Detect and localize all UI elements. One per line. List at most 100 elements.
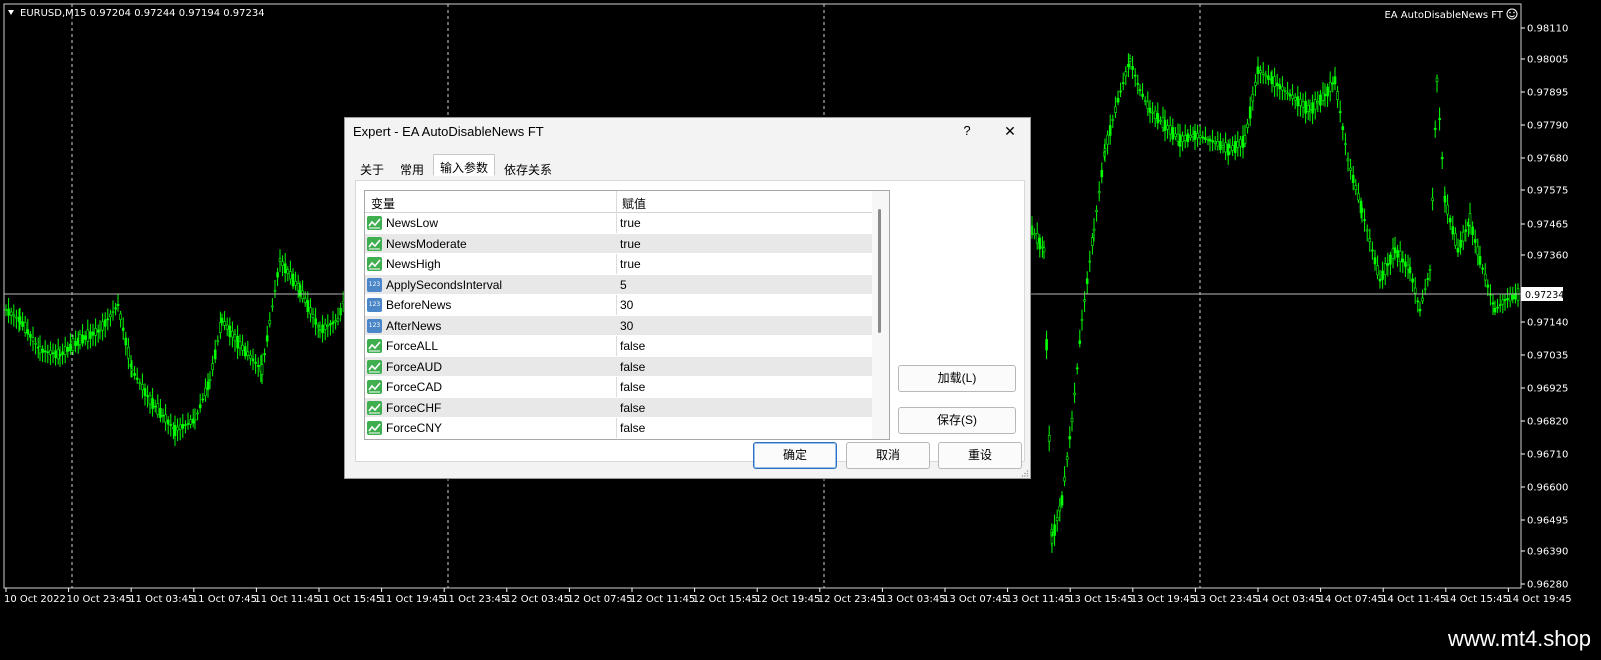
parameter-value[interactable]: false: [620, 401, 645, 415]
parameter-value[interactable]: 5: [620, 278, 627, 292]
resize-grip-icon[interactable]: [1021, 469, 1029, 477]
candle-body: [1161, 117, 1165, 129]
vertical-scrollbar[interactable]: [872, 191, 889, 439]
candle-body: [251, 358, 255, 362]
tab-dependencies[interactable]: 依存关系: [497, 156, 559, 178]
candle-body: [51, 352, 55, 355]
scrollbar-thumb[interactable]: [878, 209, 881, 333]
tab-common[interactable]: 常用: [393, 156, 431, 178]
tab-inputs[interactable]: 输入参数: [433, 154, 496, 176]
candle-body: [1176, 133, 1180, 142]
parameter-row[interactable]: ForceAUD false: [365, 356, 889, 377]
candle-body: [111, 311, 115, 313]
candle-body: [1316, 101, 1320, 104]
tab-about[interactable]: 关于: [353, 156, 391, 178]
candle-body: [1201, 136, 1205, 139]
parameter-row[interactable]: ForceALL false: [365, 336, 889, 357]
candle-body: [1070, 417, 1074, 422]
parameter-row[interactable]: NewsModerate true: [365, 233, 889, 254]
help-button[interactable]: ?: [960, 123, 974, 138]
candle-body: [1428, 269, 1432, 271]
parameter-row[interactable]: 123 ApplySecondsInterval 5: [365, 274, 889, 295]
parameter-value[interactable]: false: [620, 339, 645, 353]
candle-body: [1243, 135, 1247, 144]
candle-body: [1259, 70, 1262, 74]
parameter-value[interactable]: false: [620, 421, 645, 435]
candle-body: [1338, 111, 1342, 113]
candle-body: [146, 395, 149, 397]
parameter-value[interactable]: true: [620, 237, 641, 251]
number-icon: 123: [367, 277, 382, 292]
candle-body: [301, 290, 304, 300]
load-button[interactable]: 加载(L): [898, 365, 1016, 392]
candle-body: [109, 313, 112, 318]
price-label: 0.97465: [1527, 220, 1568, 231]
price-label: 0.96710: [1527, 450, 1568, 461]
candle-body: [1092, 228, 1096, 232]
candle-body: [164, 414, 167, 423]
candle-body: [1501, 299, 1505, 305]
candle-body: [1459, 239, 1462, 248]
parameter-name: NewsModerate: [386, 236, 467, 251]
ok-button[interactable]: 确定: [753, 442, 837, 469]
close-button[interactable]: ✕: [1001, 123, 1019, 140]
candle-body: [1341, 126, 1345, 130]
parameter-row[interactable]: ForceCAD false: [365, 377, 889, 398]
candle-body: [1055, 517, 1059, 522]
parameter-name: ForceALL: [386, 339, 439, 353]
bool-icon: [367, 359, 382, 374]
save-button[interactable]: 保存(S): [898, 407, 1016, 434]
candle-body: [15, 316, 18, 319]
time-label: 11 Oct 19:45: [380, 594, 445, 605]
parameter-name: ForceCAD: [386, 380, 443, 394]
candle-body: [233, 334, 237, 342]
parameters-grid[interactable]: 变量 赋值 NewsLow true NewsModerate true NewsHig…: [364, 190, 890, 440]
candle-body: [219, 322, 222, 333]
candle-body: [1065, 456, 1069, 461]
price-label: 0.96495: [1527, 516, 1568, 527]
candle-body: [1483, 273, 1487, 281]
candle-body: [130, 368, 134, 372]
parameter-row[interactable]: NewsHigh true: [365, 254, 889, 275]
candle-body: [236, 335, 239, 349]
candle-body: [1141, 93, 1144, 97]
parameter-row[interactable]: ForceCHF false: [365, 397, 889, 418]
parameter-value[interactable]: false: [620, 380, 645, 394]
candle-body: [1308, 109, 1312, 111]
price-label: 0.96925: [1527, 384, 1568, 395]
candle-body: [246, 351, 250, 356]
parameter-value[interactable]: 30: [620, 298, 633, 312]
candle-body: [1085, 278, 1089, 284]
parameter-row[interactable]: ForceCNY false: [365, 418, 889, 439]
cancel-button[interactable]: 取消: [846, 442, 930, 469]
parameter-name: ForceCNY: [386, 421, 443, 435]
column-header-value[interactable]: 赋值: [622, 195, 646, 212]
reset-button[interactable]: 重设: [938, 442, 1022, 469]
parameter-row[interactable]: 123 AfterNews 30: [365, 315, 889, 336]
candle-body: [9, 311, 13, 316]
candle-body: [249, 354, 252, 359]
price-label: 0.97360: [1527, 251, 1568, 262]
candle-body: [161, 414, 165, 417]
candle-body: [1171, 127, 1175, 140]
candle-body: [1080, 319, 1084, 321]
price-label: 0.98110: [1527, 24, 1568, 35]
parameter-value[interactable]: 30: [620, 319, 633, 333]
parameter-row[interactable]: 123 BeforeNews 30: [365, 295, 889, 316]
candle-body: [1344, 143, 1347, 145]
candle-body: [1411, 278, 1414, 283]
parameter-value[interactable]: true: [620, 257, 641, 271]
candle-body: [1219, 141, 1222, 150]
price-label: 0.97680: [1527, 154, 1568, 165]
candle-body: [228, 325, 232, 337]
parameter-value[interactable]: false: [620, 360, 645, 374]
candle-body: [1063, 476, 1066, 482]
parameter-value[interactable]: true: [620, 216, 641, 230]
parameter-row[interactable]: NewsLow true: [365, 213, 889, 234]
expert-properties-dialog[interactable]: Expert - EA AutoDisableNews FT ? ✕ 关于 常用…: [344, 117, 1031, 479]
candle-body: [220, 317, 224, 323]
column-header-variable[interactable]: 变量: [371, 195, 395, 212]
candle-body: [119, 313, 122, 320]
candle-body: [1301, 101, 1305, 108]
number-icon: 123: [367, 298, 382, 312]
